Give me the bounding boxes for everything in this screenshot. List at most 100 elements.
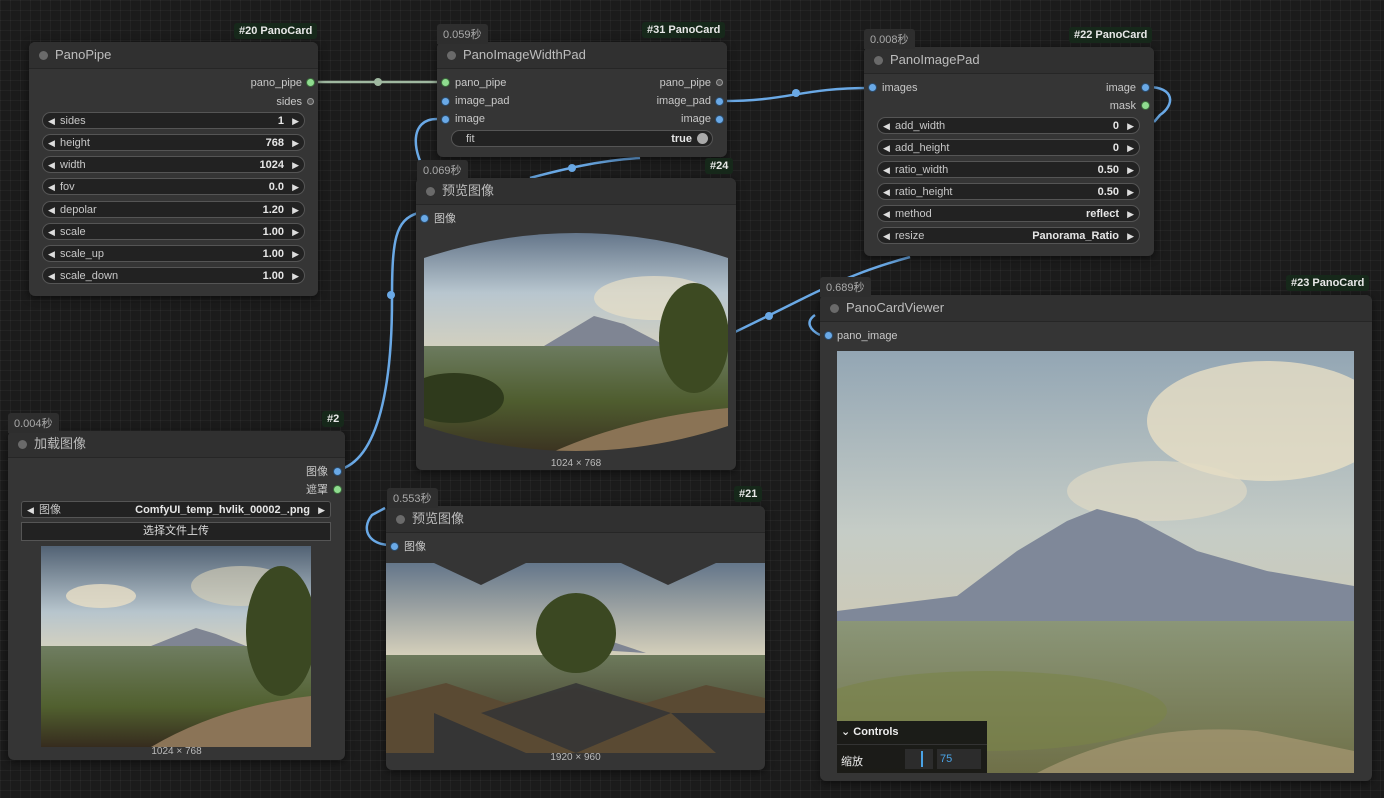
widget-sides[interactable]: ◀ sides 1 ▶ [42,112,305,129]
node-title[interactable]: 加载图像 [8,431,345,458]
input-pin-image-pad[interactable] [442,98,449,105]
collapse-dot-icon[interactable] [39,51,48,60]
widget-value: 1 [277,115,284,127]
increment-arrow-icon[interactable]: ▶ [1127,206,1134,223]
decrement-arrow-icon[interactable]: ◀ [48,113,55,130]
widget-label: fov [60,181,75,193]
widget-method[interactable]: ◀ method reflect ▶ [877,205,1140,222]
output-pin-image[interactable] [334,468,341,475]
increment-arrow-icon[interactable]: ▶ [292,135,299,152]
widget-add-width[interactable]: ◀ add_width 0 ▶ [877,117,1140,134]
decrement-arrow-icon[interactable]: ◀ [883,118,890,135]
output-sides: sides [276,96,302,108]
output-pin-pano-pipe[interactable] [307,79,314,86]
increment-arrow-icon[interactable]: ▶ [292,246,299,263]
decrement-arrow-icon[interactable]: ◀ [48,246,55,263]
widget-scale[interactable]: ◀ scale 1.00 ▶ [42,223,305,240]
widget-label: add_width [895,120,946,132]
node-pano-card-viewer[interactable]: PanoCardViewer pano_image ⌄ Controls 缩放 … [820,295,1372,781]
increment-arrow-icon[interactable]: ▶ [292,157,299,174]
viewer-controls-panel[interactable]: ⌄ Controls 缩放 75 [837,721,987,773]
increment-arrow-icon[interactable]: ▶ [292,202,299,219]
zoom-value-input[interactable]: 75 [937,749,981,769]
input-pin-image[interactable] [421,215,428,222]
increment-arrow-icon[interactable]: ▶ [1127,140,1134,157]
controls-header[interactable]: ⌄ Controls [841,725,899,738]
widget-depolar[interactable]: ◀ depolar 1.20 ▶ [42,201,305,218]
decrement-arrow-icon[interactable]: ◀ [883,206,890,223]
widget-label: ratio_height [895,186,953,198]
node-title[interactable]: 预览图像 [416,178,736,205]
input-pin-image[interactable] [391,543,398,550]
collapse-dot-icon[interactable] [18,440,27,449]
zoom-slider[interactable] [905,749,933,769]
output-pin-mask[interactable] [1142,102,1149,109]
node-title-label: 加载图像 [34,436,87,451]
widget-resize[interactable]: ◀ resize Panorama_Ratio ▶ [877,227,1140,244]
increment-arrow-icon[interactable]: ▶ [1127,118,1134,135]
widget-add-height[interactable]: ◀ add_height 0 ▶ [877,139,1140,156]
decrement-arrow-icon[interactable]: ◀ [27,502,34,519]
node-pano-pipe[interactable]: PanoPipe pano_pipe sides ◀ sides 1 ▶ ◀ heigh… [29,42,318,296]
decrement-arrow-icon[interactable]: ◀ [48,179,55,196]
decrement-arrow-icon[interactable]: ◀ [48,224,55,241]
collapse-dot-icon[interactable] [396,515,405,524]
node-pano-image-width-pad[interactable]: PanoImageWidthPad pano_pipe image_pad im… [437,42,727,157]
upload-file-button[interactable]: 选择文件上传 [21,522,331,541]
increment-arrow-icon[interactable]: ▶ [1127,162,1134,179]
toggle-knob-icon[interactable] [697,133,708,144]
combo-image-file[interactable]: ◀ 图像 ComfyUI_temp_hvlik_00002_.png ▶ [21,501,331,518]
decrement-arrow-icon[interactable]: ◀ [48,268,55,285]
node-title[interactable]: PanoCardViewer [820,295,1372,322]
collapse-dot-icon[interactable] [447,51,456,60]
output-pin-image-pad[interactable] [716,98,723,105]
node-load-image[interactable]: 加载图像 图像 遮罩 ◀ 图像 ComfyUI_temp_hvlik_00002_.… [8,431,345,760]
widget-width[interactable]: ◀ width 1024 ▶ [42,156,305,173]
zoom-slider-thumb[interactable] [921,751,923,767]
node-title[interactable]: PanoImageWidthPad [437,42,727,69]
increment-arrow-icon[interactable]: ▶ [292,113,299,130]
widget-label: height [60,137,90,149]
output-pin-image[interactable] [716,116,723,123]
increment-arrow-icon[interactable]: ▶ [292,268,299,285]
output-pin-pano-pipe[interactable] [716,79,723,86]
output-pin-image[interactable] [1142,84,1149,91]
node-title-label: PanoPipe [55,47,112,62]
increment-arrow-icon[interactable]: ▶ [292,179,299,196]
node-title[interactable]: PanoPipe [29,42,318,69]
decrement-arrow-icon[interactable]: ◀ [48,202,55,219]
output-pin-mask[interactable] [334,486,341,493]
decrement-arrow-icon[interactable]: ◀ [883,184,890,201]
widget-fov[interactable]: ◀ fov 0.0 ▶ [42,178,305,195]
node-title[interactable]: PanoImagePad [864,47,1154,74]
increment-arrow-icon[interactable]: ▶ [1127,228,1134,245]
decrement-arrow-icon[interactable]: ◀ [883,162,890,179]
increment-arrow-icon[interactable]: ▶ [318,502,325,519]
increment-arrow-icon[interactable]: ▶ [292,224,299,241]
collapse-dot-icon[interactable] [830,304,839,313]
node-title[interactable]: 预览图像 [386,506,765,533]
decrement-arrow-icon[interactable]: ◀ [48,157,55,174]
widget-scale-down[interactable]: ◀ scale_down 1.00 ▶ [42,267,305,284]
panorama-viewer-canvas[interactable] [837,351,1354,773]
node-preview-image-24[interactable]: 预览图像 图像 1024 × 768 [416,178,736,470]
toggle-fit[interactable]: fit true [451,130,713,147]
increment-arrow-icon[interactable]: ▶ [1127,184,1134,201]
widget-value: 0.50 [1097,186,1119,198]
output-pin-sides[interactable] [307,98,314,105]
input-pin-pano-image[interactable] [825,332,832,339]
widget-ratio-height[interactable]: ◀ ratio_height 0.50 ▶ [877,183,1140,200]
decrement-arrow-icon[interactable]: ◀ [883,228,890,245]
input-pin-images[interactable] [869,84,876,91]
widget-ratio-width[interactable]: ◀ ratio_width 0.50 ▶ [877,161,1140,178]
input-pin-pano-pipe[interactable] [442,79,449,86]
decrement-arrow-icon[interactable]: ◀ [48,135,55,152]
widget-scale-up[interactable]: ◀ scale_up 1.00 ▶ [42,245,305,262]
node-pano-image-pad[interactable]: PanoImagePad images image mask ◀ add_widt… [864,47,1154,256]
decrement-arrow-icon[interactable]: ◀ [883,140,890,157]
widget-height[interactable]: ◀ height 768 ▶ [42,134,305,151]
collapse-dot-icon[interactable] [426,187,435,196]
node-preview-image-21[interactable]: 预览图像 图像 1920 × 960 [386,506,765,770]
input-pin-image[interactable] [442,116,449,123]
collapse-dot-icon[interactable] [874,56,883,65]
